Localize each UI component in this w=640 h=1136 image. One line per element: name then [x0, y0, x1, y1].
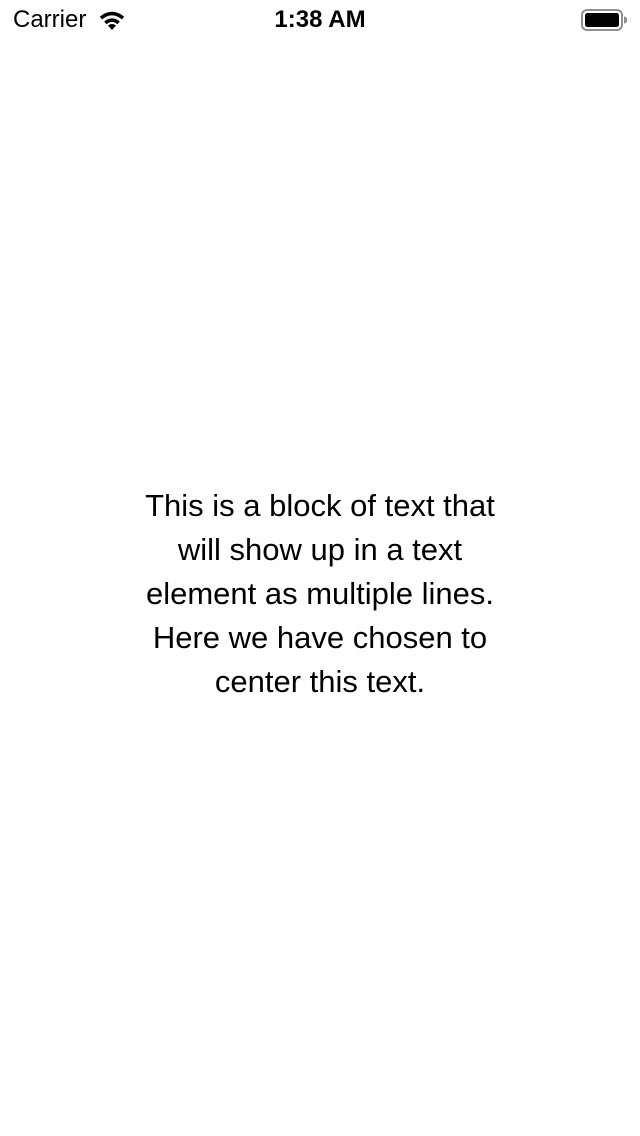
main-content: This is a block of text that will show u… [0, 0, 640, 1136]
centered-text-block: This is a block of text that will show u… [145, 488, 495, 699]
